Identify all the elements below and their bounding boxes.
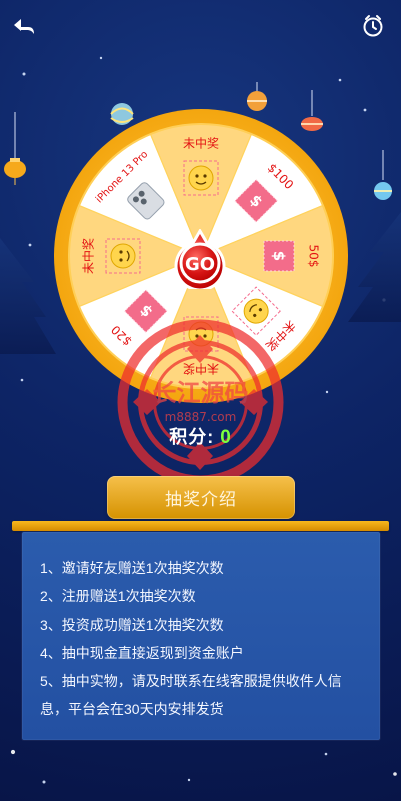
rule-line: 2、注册赠送1次抽奖次数 <box>40 588 196 605</box>
right-tree-silhouette <box>348 212 401 322</box>
points-display: 积分: 0 <box>0 423 401 449</box>
rule-line: 3、投资成功赠送1次抽奖次数 <box>40 616 224 633</box>
wheel-segment-label: 未中奖 <box>183 136 219 151</box>
go-button[interactable]: GO <box>170 229 230 289</box>
rule-line: 4、抽中现金直接返现到资金账户 <box>40 644 244 661</box>
wheel-segment-label: 50$ <box>307 245 321 268</box>
rules-list: 1、邀请好友赠送1次抽奖次数 2、注册赠送1次抽奖次数 3、投资成功赠送1次抽奖… <box>40 554 362 724</box>
svg-text:$: $ <box>270 251 288 261</box>
wheel-segment-label: 未中奖 <box>81 238 96 274</box>
go-button-graphic: GO <box>174 229 226 289</box>
top-bar <box>0 0 401 56</box>
left-lantern <box>4 112 26 185</box>
back-arrow-icon[interactable] <box>10 12 38 40</box>
go-label: GO <box>185 254 215 275</box>
watermark-domain: m8887.com <box>165 410 237 424</box>
rule-line: 息，平台会在30天内安排发货 <box>40 701 224 718</box>
intro-title: 抽奖介绍 <box>165 490 237 509</box>
lottery-page: 未中奖 iPhone 13 Pro 未中奖 $100 $50$ $ 未中奖 未中奖 $20 $ G… <box>0 0 401 801</box>
points-value: 0 <box>220 427 232 448</box>
intro-shelf <box>12 521 389 531</box>
points-label: 积分: <box>169 427 215 447</box>
ornament-4 <box>374 150 392 200</box>
clock-history-icon[interactable] <box>359 12 387 40</box>
left-tree-silhouette <box>0 238 56 354</box>
wheel-segment-label: 未中奖 <box>183 362 219 377</box>
intro-tab: 抽奖介绍 <box>107 476 295 519</box>
dollar-stamp-icon: $ <box>263 240 295 272</box>
rule-line: 1、邀请好友赠送1次抽奖次数 <box>40 560 224 576</box>
rules-card: 1、邀请好友赠送1次抽奖次数 2、注册赠送1次抽奖次数 3、投资成功赠送1次抽奖… <box>22 532 380 740</box>
rule-line: 5、抽中实物，请及时联系在线客服提供收件人信 <box>40 673 342 690</box>
